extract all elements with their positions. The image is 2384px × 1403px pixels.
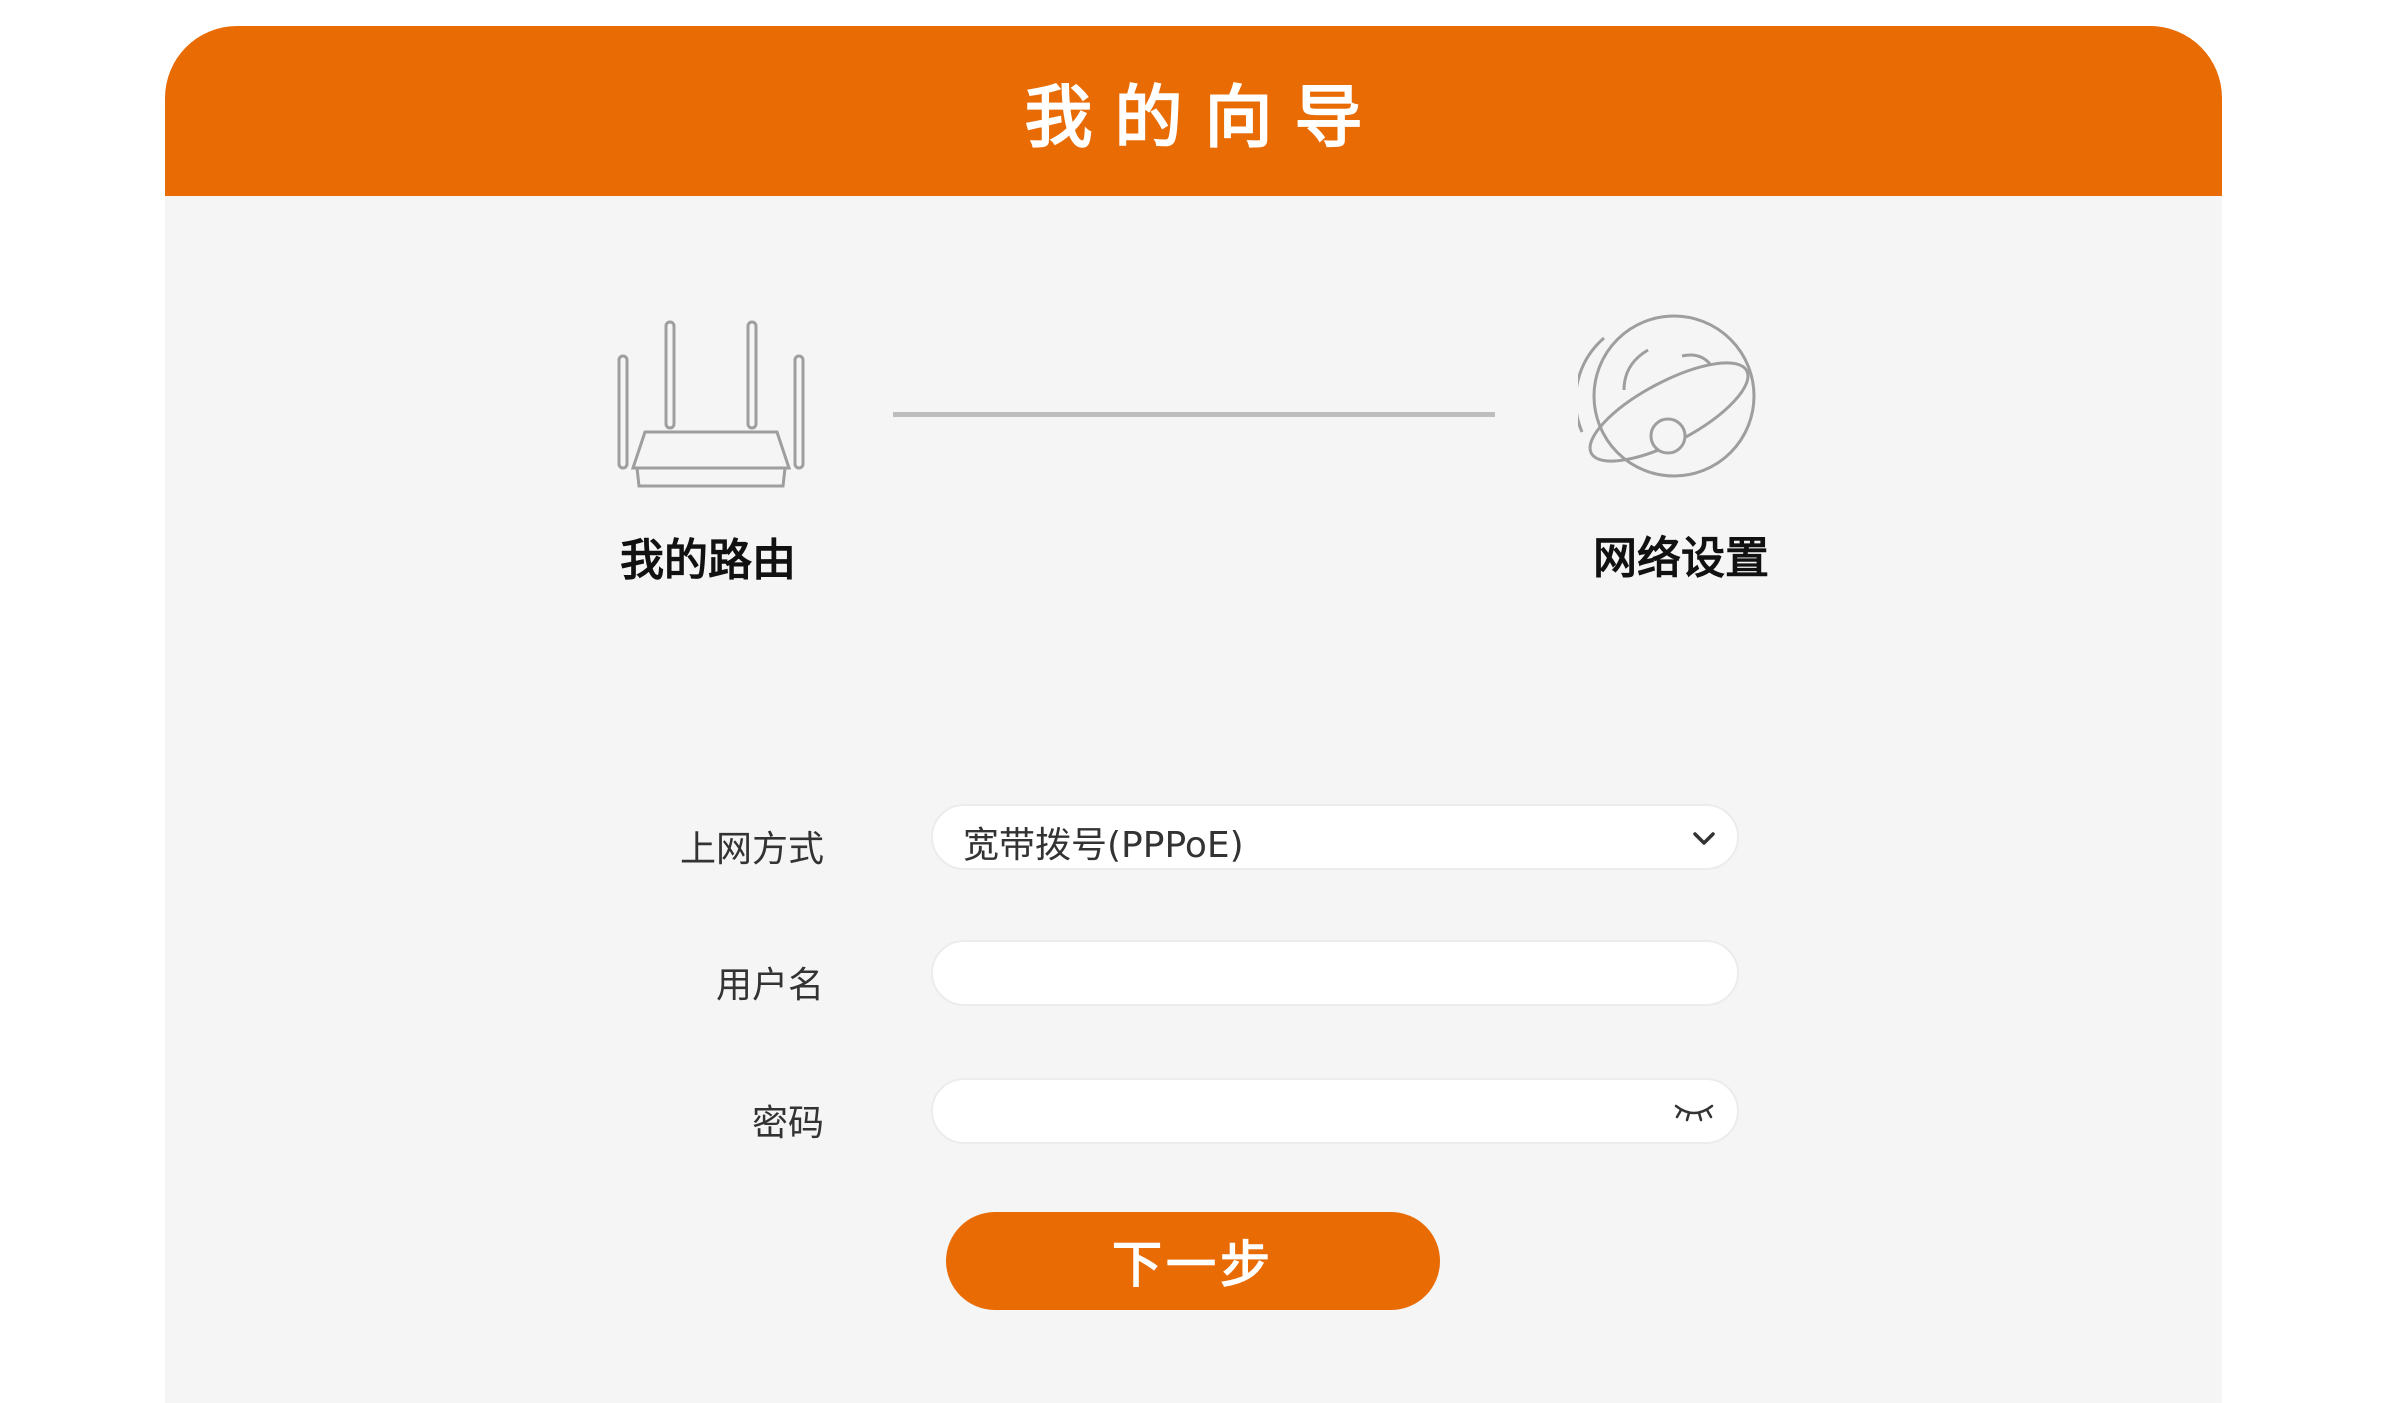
connection-mode-select[interactable]: 宽带拨号(PPPoE) bbox=[931, 804, 1739, 870]
globe-icon bbox=[1578, 314, 1756, 478]
password-field-wrapper bbox=[931, 1078, 1739, 1144]
chevron-down-icon bbox=[1693, 832, 1715, 845]
step-label-router: 我的路由 bbox=[620, 535, 796, 586]
password-field[interactable] bbox=[957, 1086, 1661, 1138]
wizard-panel: 我的向导 我的路由 网络设置 上网方式 宽带拨号(PPPoE) 用户名 密码 下… bbox=[165, 26, 2222, 1403]
router-icon bbox=[617, 320, 805, 488]
eye-closed-icon[interactable] bbox=[1673, 1100, 1715, 1124]
username-label: 用户名 bbox=[715, 965, 824, 1006]
next-button[interactable]: 下一步 bbox=[946, 1212, 1440, 1310]
wizard-header: 我的向导 bbox=[165, 26, 2222, 196]
password-label: 密码 bbox=[751, 1103, 824, 1144]
username-field[interactable] bbox=[957, 948, 1661, 1000]
connection-mode-value: 宽带拨号(PPPoE) bbox=[963, 825, 1244, 866]
step-label-network: 网络设置 bbox=[1593, 533, 1769, 584]
connection-mode-label: 上网方式 bbox=[679, 829, 824, 870]
wizard-body: 我的路由 网络设置 上网方式 宽带拨号(PPPoE) 用户名 密码 下一步 bbox=[165, 196, 2222, 1403]
step-connector-line bbox=[893, 412, 1495, 417]
page-title: 我的向导 bbox=[1024, 78, 1385, 158]
username-field-wrapper bbox=[931, 940, 1739, 1006]
